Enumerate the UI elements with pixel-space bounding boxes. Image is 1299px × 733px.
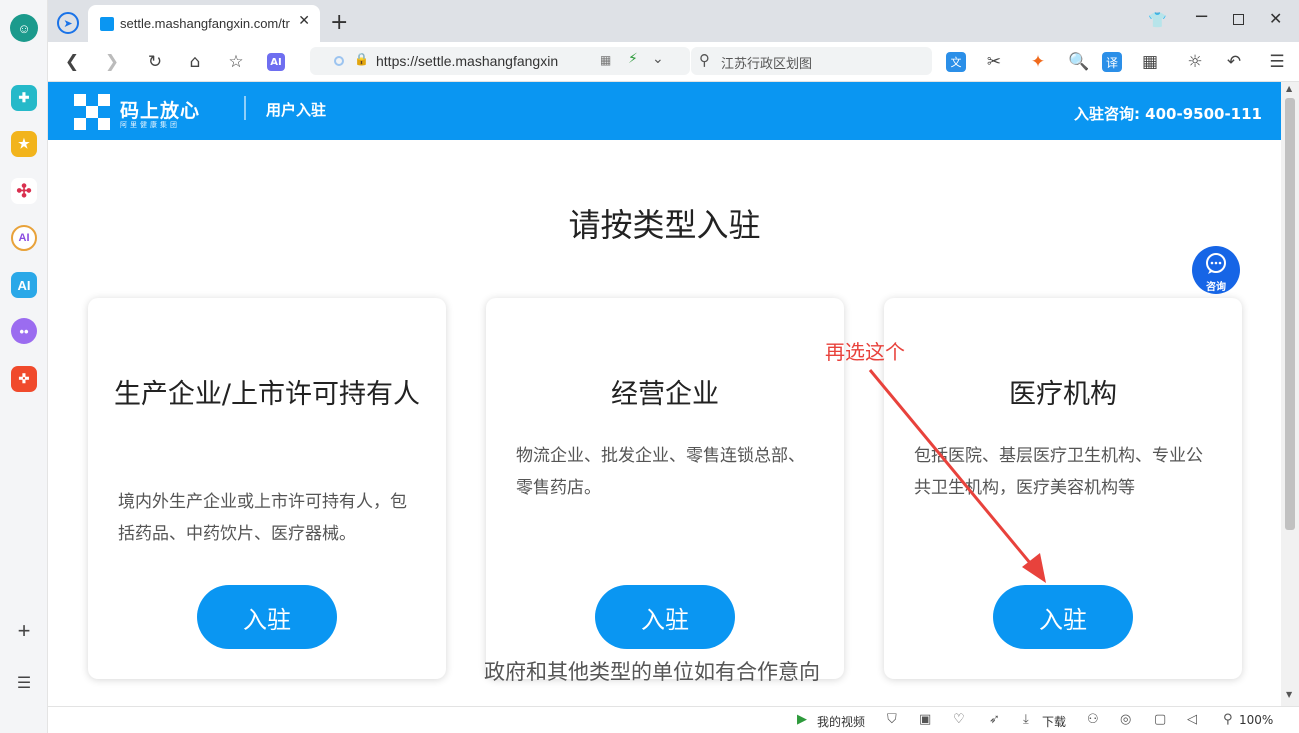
header-title: 用户入驻 xyxy=(266,101,327,119)
search-box[interactable]: ⚲ 江苏行政区划图 xyxy=(691,47,932,75)
card-title: 生产企业/上市许可持有人 xyxy=(113,379,421,410)
navigate-icon[interactable]: ➤ xyxy=(57,12,79,34)
browser-tab[interactable]: settle.mashangfangxin.com/tr ✕ xyxy=(88,5,320,42)
page-title: 请按类型入驻 xyxy=(568,206,761,244)
card-distributor: 经营企业 物流企业、批发企业、零售连锁总部、零售药店。 入驻 xyxy=(486,298,844,679)
header-divider xyxy=(244,96,246,120)
ai-toolbar-icon[interactable]: AI xyxy=(267,53,285,71)
shield-icon[interactable]: ⛉ xyxy=(887,712,897,727)
game-controller-icon[interactable]: ✜ xyxy=(11,366,37,392)
maximize-icon[interactable] xyxy=(1233,14,1244,25)
sync-icon[interactable]: ⚇ xyxy=(1087,712,1099,727)
close-window-icon[interactable]: ✕ xyxy=(1269,9,1282,28)
profile-avatar-icon[interactable]: ☺ xyxy=(10,14,38,42)
annotation-arrow xyxy=(868,369,1046,583)
tab-title: settle.mashangfangxin.com/tr xyxy=(120,16,290,31)
undo-icon[interactable]: ↶ xyxy=(1222,50,1246,74)
cooperation-text: 政府和其他类型的单位如有合作意向 xyxy=(484,660,820,684)
card-manufacturer: 生产企业/上市许可持有人 境内外生产企业或上市许可持有人，包括药品、中药饮片、医… xyxy=(88,298,446,679)
chat-bot-icon[interactable]: •• xyxy=(11,318,37,344)
translator-icon[interactable]: 译 xyxy=(1102,52,1122,72)
browser-sidebar: ☺ ✚ ★ ✣ AI AI •• ✜ + ☰ xyxy=(0,0,48,733)
volume-icon[interactable]: ◁ xyxy=(1187,712,1197,727)
card-title: 经营企业 xyxy=(611,379,719,410)
sidebar-plus-app-icon[interactable]: ✚ xyxy=(11,85,37,111)
qr-code-icon[interactable]: ▦ xyxy=(600,53,611,67)
consult-phone: 入驻咨询: 400-9500-111 xyxy=(1073,105,1262,123)
game-icon[interactable]: ✦ xyxy=(1026,50,1050,74)
url-text[interactable]: https://settle.mashangfangxin xyxy=(376,53,572,69)
logo-mark-icon[interactable] xyxy=(74,94,110,130)
consult-label: 咨询 xyxy=(1206,282,1226,293)
settle-button-medical-institution[interactable]: 入驻 xyxy=(993,585,1133,649)
favorites-star-icon[interactable]: ★ xyxy=(11,131,37,157)
apps-grid-icon[interactable]: ▦ xyxy=(1138,50,1162,74)
back-icon[interactable]: ❮ xyxy=(60,50,84,74)
reload-icon[interactable]: ↻ xyxy=(143,50,167,74)
lock-icon: 🔒 xyxy=(354,52,369,66)
close-tab-icon[interactable]: ✕ xyxy=(298,13,310,29)
skin-icon[interactable]: 👕 xyxy=(1148,11,1167,29)
browser-toolbar: ❮ ❯ ↻ ⌂ ☆ AI 🔒 https://settle.mashangfan… xyxy=(48,42,1299,82)
settle-button-manufacturer[interactable]: 入驻 xyxy=(197,585,337,649)
card-description: 物流企业、批发企业、零售连锁总部、零售药店。 xyxy=(516,446,805,498)
window-icon[interactable]: ▢ xyxy=(1154,712,1166,727)
consult-button[interactable]: 咨询 xyxy=(1192,246,1240,294)
logo-name[interactable]: 码上放心 xyxy=(120,96,200,123)
ai-assistant-icon[interactable]: AI xyxy=(11,225,37,251)
browser-statusbar: ▶ 我的视频 ⛉ ▣ ♡ ➶ ⤓ 下载 ⚇ ◎ ▢ ◁ ⚲ 100% xyxy=(48,706,1299,733)
minimize-icon[interactable]: − xyxy=(1194,6,1209,27)
main-menu-icon[interactable]: ☰ xyxy=(1265,50,1289,74)
bookmark-star-icon[interactable]: ☆ xyxy=(224,50,248,74)
new-tab-icon[interactable]: + xyxy=(330,10,348,35)
zoom-icon[interactable]: ⚲ xyxy=(1223,712,1233,727)
site-info-icon[interactable] xyxy=(334,56,344,66)
speed-mode-icon[interactable]: ⚡ xyxy=(628,51,638,67)
logo-subtitle: 阿里健康集团 xyxy=(120,121,180,129)
forward-icon[interactable]: ❯ xyxy=(100,50,124,74)
tab-strip: ➤ settle.mashangfangxin.com/tr ✕ + 👕 − ✕ xyxy=(48,0,1299,42)
health-icon[interactable]: ♡ xyxy=(953,712,965,727)
add-sidebar-icon[interactable]: + xyxy=(11,618,37,644)
page-scrollbar[interactable]: ▲ ▼ xyxy=(1281,82,1299,706)
home-icon[interactable]: ⌂ xyxy=(183,50,207,74)
search-input[interactable]: 江苏行政区划图 xyxy=(721,53,812,72)
site-favicon-icon xyxy=(100,17,114,31)
chat-bubble-icon xyxy=(1206,253,1226,274)
scroll-thumb[interactable] xyxy=(1285,98,1295,530)
magnifier-tool-icon[interactable]: 🔍 xyxy=(1067,50,1091,74)
translate-icon[interactable]: 文 xyxy=(946,52,966,72)
sidebar-menu-icon[interactable]: ☰ xyxy=(11,670,37,696)
image-icon[interactable]: ▣ xyxy=(919,712,931,727)
address-bar[interactable]: 🔒 https://settle.mashangfangxin ▦ ⚡ ⌄ xyxy=(310,47,690,75)
my-videos-link[interactable]: 我的视频 xyxy=(817,713,865,730)
zoom-level[interactable]: 100% xyxy=(1239,713,1273,727)
screenshot-scissors-icon[interactable]: ✂ xyxy=(982,50,1006,74)
address-dropdown-icon[interactable]: ⌄ xyxy=(652,51,664,67)
card-description: 境内外生产企业或上市许可持有人，包括药品、中药饮片、医疗器械。 xyxy=(118,492,407,544)
settle-button-distributor[interactable]: 入驻 xyxy=(595,585,735,649)
search-icon: ⚲ xyxy=(699,51,710,69)
ai-app-icon[interactable]: AI xyxy=(11,272,37,298)
brightness-icon[interactable]: ☼ xyxy=(1183,50,1207,74)
scroll-up-icon[interactable]: ▲ xyxy=(1286,84,1292,93)
download-icon[interactable]: ⤓ xyxy=(1023,712,1029,727)
download-link[interactable]: 下载 xyxy=(1042,713,1066,730)
network-app-icon[interactable]: ✣ xyxy=(11,178,37,204)
video-icon[interactable]: ▶ xyxy=(797,712,807,727)
rocket-icon[interactable]: ➶ xyxy=(989,712,1000,727)
scroll-down-icon[interactable]: ▼ xyxy=(1286,690,1292,699)
site-header: 码上放心 阿里健康集团 用户入驻 入驻咨询: 400-9500-111 xyxy=(48,82,1281,140)
edge-icon[interactable]: ◎ xyxy=(1120,712,1131,727)
